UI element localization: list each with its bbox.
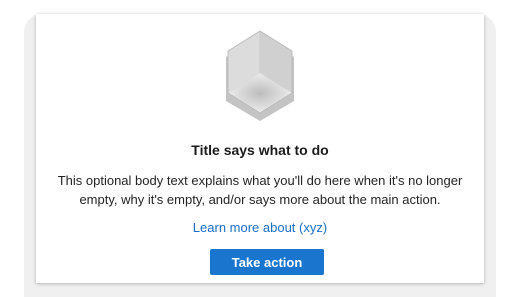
empty-state-title: Title says what to do [191,142,329,158]
take-action-button[interactable]: Take action [210,249,324,275]
learn-more-link[interactable]: Learn more about (xyz) [36,220,484,235]
empty-state-body: This optional body text explains what yo… [57,173,463,207]
empty-state-card: Title says what to do This optional body… [36,14,484,283]
empty-box-icon [226,30,294,121]
